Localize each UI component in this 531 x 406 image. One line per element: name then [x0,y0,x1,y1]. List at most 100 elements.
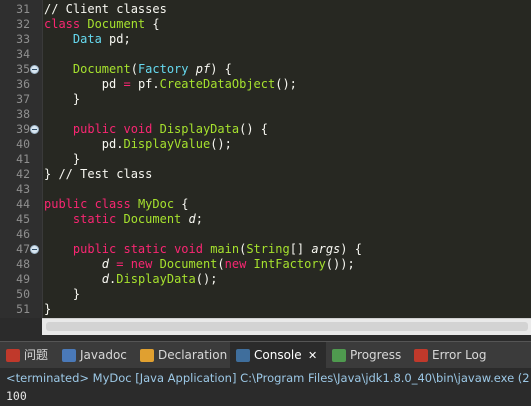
code-token: ( [217,257,225,271]
code-token: MyDoc [137,197,182,211]
code-token: d [188,212,196,226]
code-token: Data [72,32,110,46]
code-token: Document [72,62,131,76]
line-number: 39 [16,122,30,136]
code-token: public [72,242,124,256]
gutter-footer [0,318,42,334]
tab-label: Error Log [432,348,487,362]
code-token: } [44,287,81,301]
code-token: = [116,257,131,271]
tab-label: Javadoc [80,348,127,362]
code-line: pd = pf.CreateDataObject(); [44,77,297,92]
code-token: } [44,92,81,106]
code-token: class [44,17,88,31]
line-number: 48 [16,257,30,271]
line-number: 31 [16,2,30,16]
line-number: 47 [16,242,30,256]
code-line: // Client classes [44,2,167,17]
line-number: 34 [16,47,30,61]
tab-label: 问题 [24,348,49,362]
console-icon [236,349,250,362]
code-line: Data pd; [44,32,131,47]
code-line: public static void main(String[] args) { [44,242,362,257]
line-number: 32 [16,17,30,31]
line-number: 33 [16,32,30,46]
line-number: 42 [16,167,30,181]
code-token: DisplayData [116,272,196,286]
line-number: 44 [16,197,30,211]
code-token: args [311,242,341,256]
line-number: 38 [16,107,30,121]
code-token: } // Test class [44,167,153,181]
fold-toggle-icon[interactable] [30,245,39,254]
code-token: void [123,122,160,136]
code-token: DisplayData [159,122,240,136]
console-output-text: 100 [6,389,27,403]
problems-icon [6,349,20,362]
tab-error-log[interactable]: Error Log [412,342,531,369]
code-token: ) { [210,62,232,76]
code-token: () { [239,122,268,136]
tab-declaration[interactable]: Declaration [138,342,230,369]
code-token: class [94,197,138,211]
code-line: } [44,92,80,107]
code-token: { [181,197,189,211]
code-token: . [152,77,160,91]
code-line: Document(Factory pf) { [44,62,232,77]
code-token: // Client classes [44,2,167,16]
code-line: } // Test class [44,167,152,182]
tab-label: Console [254,348,302,362]
line-number: 46 [16,227,30,241]
line-number: 41 [16,152,30,166]
code-token: pf [195,62,211,76]
line-number: 40 [16,137,30,151]
code-token: (); [195,272,218,286]
tab-problems[interactable]: 问题 [4,342,56,369]
tab-javadoc[interactable]: Javadoc [60,342,136,369]
line-number: 43 [16,182,30,196]
scrollbar-thumb[interactable] [46,322,528,331]
line-number: 45 [16,212,30,226]
console-output[interactable]: <terminated> MyDoc [Java Application] C:… [0,368,531,406]
code-token: } [44,152,81,166]
code-line: public void DisplayData() { [44,122,268,137]
code-line: d.DisplayData(); [44,272,218,287]
code-token: (); [210,137,232,151]
code-token: void [174,242,211,256]
code-line: static Document d; [44,212,203,227]
bottom-panel-tabs: 问题 Javadoc Declaration Console ✕ Progres… [0,341,531,370]
code-line: public class MyDoc { [44,197,189,212]
code-token: (); [275,77,297,91]
fold-toggle-icon[interactable] [30,65,39,74]
line-number: 35 [16,62,30,76]
code-editor[interactable]: 31 32 33 34 35 36 37 38 39 40 41 42 43 44 45 46 47 48 49 50… [0,0,531,318]
close-icon[interactable]: ✕ [308,342,317,369]
code-line: } [44,302,51,317]
tab-progress[interactable]: Progress [330,342,412,369]
code-token: Document [123,212,189,226]
fold-toggle-icon[interactable] [30,125,39,134]
code-token: ) { [340,242,362,256]
tab-console[interactable]: Console ✕ [230,342,326,369]
code-token: d [101,272,110,286]
code-token: IntFactory [253,257,326,271]
code-token: DisplayValue [123,137,211,151]
code-token: { [145,17,160,31]
code-token: new [130,257,160,271]
code-token: ()); [325,257,355,271]
line-number: 50 [16,287,30,301]
code-token: Factory [137,62,196,76]
code-line: d = new Document(new IntFactory()); [44,257,355,272]
error-log-icon [414,349,428,362]
horizontal-scrollbar[interactable] [42,318,531,335]
code-token: new [224,257,254,271]
code-token: public [72,122,124,136]
